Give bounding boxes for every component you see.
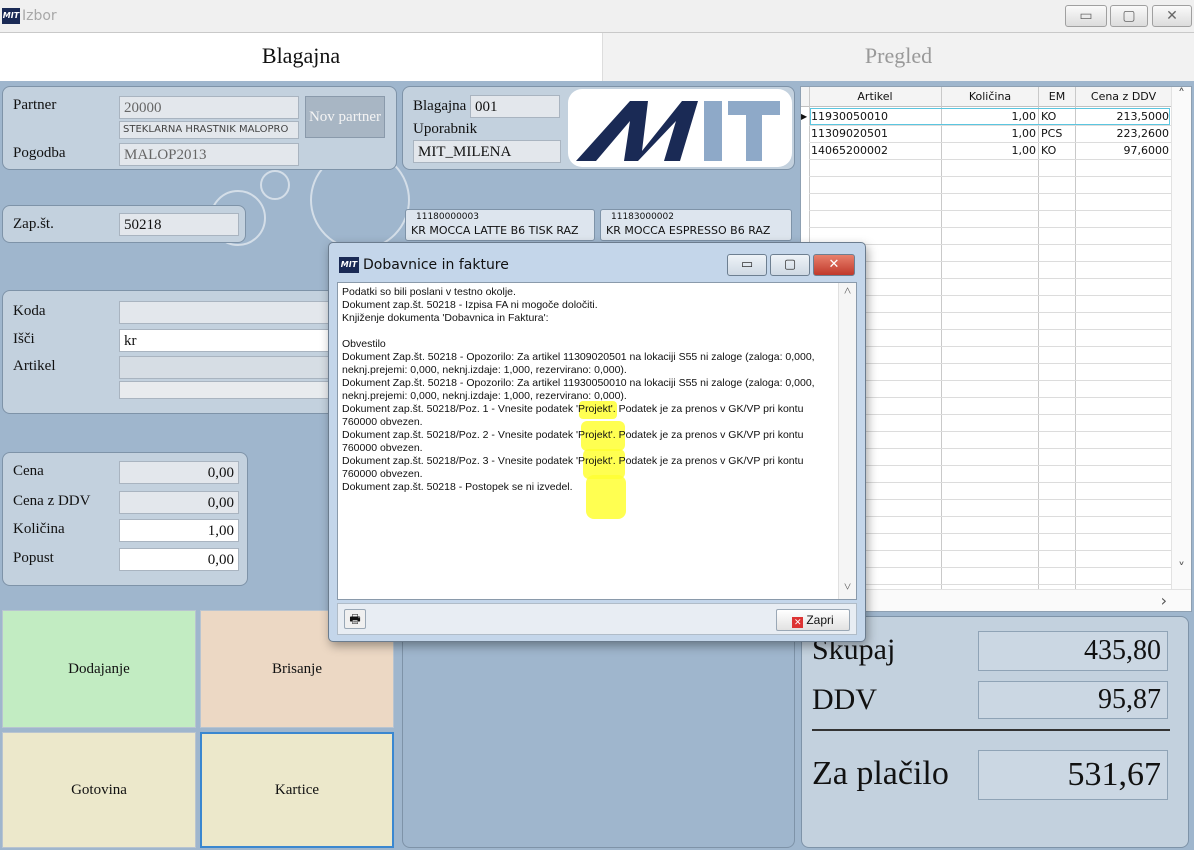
zaplacilo-label: Za plačilo: [812, 755, 949, 792]
close-button[interactable]: ✕: [1152, 5, 1192, 27]
cena-ddv-label: Cena z DDV: [13, 493, 91, 509]
totals-divider: [812, 729, 1170, 731]
kartice-button[interactable]: Kartice: [200, 732, 394, 848]
grid-header-cena[interactable]: Cena z DDV: [1076, 90, 1171, 103]
cena-label: Cena: [13, 463, 44, 479]
ddv-value: 95,87: [978, 681, 1168, 719]
tab-blagajna[interactable]: Blagajna: [0, 33, 602, 81]
isci-label: Išči: [13, 331, 35, 347]
quick-item-code: 11183000002: [611, 212, 674, 222]
scroll-down-icon[interactable]: ˅: [839, 579, 856, 595]
maximize-button[interactable]: ▢: [1110, 5, 1148, 27]
kolicina-label: Količina: [13, 521, 65, 537]
decor-bubble: [260, 170, 290, 200]
grid-vertical-scrollbar[interactable]: ˄ ˅: [1171, 87, 1191, 589]
partner-code-field[interactable]: 20000: [119, 96, 299, 119]
popust-label: Popust: [13, 550, 54, 566]
dobavnice-dialog: MIT Dobavnice in fakture ▭ ▢ ✕ Podatki s…: [328, 242, 866, 642]
dialog-message-area[interactable]: Podatki so bili poslani v testno okolje.…: [337, 282, 857, 600]
app-logo-icon: MIT: [2, 8, 20, 24]
quick-item-name: KR MOCCA LATTE B6 TISK RAZ: [411, 224, 579, 237]
scroll-up-icon[interactable]: ˄: [839, 283, 856, 299]
zaplacilo-value: 531,67: [978, 750, 1168, 800]
window-titlebar: MIT Izbor ▭ ▢ ✕: [0, 0, 1194, 33]
kolicina-input[interactable]: 1,00: [119, 519, 239, 542]
scroll-right-icon[interactable]: ›: [1161, 591, 1167, 610]
grid-header-em[interactable]: EM: [1039, 90, 1075, 103]
dialog-minimize-button[interactable]: ▭: [727, 254, 767, 276]
mit-logo: [568, 89, 792, 167]
gotovina-button[interactable]: Gotovina: [2, 732, 196, 848]
dialog-vertical-scrollbar[interactable]: ˄ ˅: [838, 283, 856, 599]
dialog-maximize-button[interactable]: ▢: [770, 254, 810, 276]
pogodba-label: Pogodba: [13, 145, 66, 161]
partner-panel: Partner 20000 STEKLARNA HRASTNIK MALOPRO…: [2, 86, 397, 170]
partner-label: Partner: [13, 97, 57, 113]
doc-number-field: 50218: [119, 213, 239, 236]
dialog-title: Dobavnice in fakture: [363, 257, 509, 273]
totals-panel: Skupaj 435,80 DDV 95,87 Za plačilo 531,6…: [801, 616, 1189, 848]
quick-item-name: KR MOCCA ESPRESSO B6 RAZ: [606, 224, 771, 237]
blagajna-field: 001: [470, 95, 560, 118]
printer-icon: 🖶: [349, 612, 361, 626]
cena-ddv-field: 0,00: [119, 491, 239, 514]
zapri-label: Zapri: [806, 613, 834, 627]
dialog-close-button[interactable]: ✕: [813, 254, 855, 276]
dialog-message-text: Podatki so bili poslani v testno okolje.…: [342, 286, 815, 493]
row-marker-icon: ▶: [801, 112, 808, 121]
doc-label: Zap.št.: [13, 216, 54, 232]
tab-pregled[interactable]: Pregled: [602, 33, 1194, 81]
artikel-label: Artikel: [13, 358, 56, 374]
popust-input[interactable]: 0,00: [119, 548, 239, 571]
zapri-button[interactable]: ✕ Zapri: [776, 609, 850, 631]
quick-item-code: 11180000003: [416, 212, 479, 222]
grid-row-line: [809, 210, 1171, 211]
scroll-down-icon[interactable]: ˅: [1172, 561, 1191, 577]
close-icon: ✕: [792, 617, 804, 628]
grid-row-line: [809, 193, 1171, 194]
cena-field: 0,00: [119, 461, 239, 484]
scroll-up-icon[interactable]: ˄: [1172, 87, 1191, 103]
skupaj-value: 435,80: [978, 631, 1168, 671]
minimize-button[interactable]: ▭: [1065, 5, 1107, 27]
ddv-label: DDV: [812, 683, 877, 716]
quick-item[interactable]: 11180000003 KR MOCCA LATTE B6 TISK RAZ: [405, 209, 595, 241]
register-panel: Blagajna 001 Uporabnik MIT_MILENA: [402, 86, 795, 170]
grid-row-line: [809, 176, 1171, 177]
pricing-panel: Cena 0,00 Cena z DDV 0,00 Količina 1,00 …: [2, 452, 248, 586]
grid-header: Artikel Količina EM Cena z DDV: [801, 87, 1171, 107]
mit-logo-icon: [576, 101, 780, 161]
blagajna-label: Blagajna: [413, 98, 467, 114]
grid-row-line: [809, 227, 1171, 228]
dialog-footer: 🖶 ✕ Zapri: [337, 603, 857, 635]
quick-item[interactable]: 11183000002 KR MOCCA ESPRESSO B6 RAZ: [600, 209, 792, 241]
window-title: Izbor: [22, 8, 57, 24]
dialog-logo-icon: MIT: [339, 257, 359, 273]
doc-panel: Zap.št. 50218: [2, 205, 246, 243]
koda-label: Koda: [13, 303, 46, 319]
user-label: Uporabnik: [413, 121, 478, 137]
grid-header-artikel[interactable]: Artikel: [809, 90, 941, 103]
partner-name-field: STEKLARNA HRASTNIK MALOPRO: [119, 121, 299, 139]
dodajanje-button[interactable]: Dodajanje: [2, 610, 196, 728]
new-partner-button[interactable]: Nov partner: [305, 96, 385, 138]
pogodba-field[interactable]: MALOP2013: [119, 143, 299, 166]
quick-items-area: [402, 612, 795, 848]
grid-header-kolicina[interactable]: Količina: [942, 90, 1038, 103]
user-field: MIT_MILENA: [413, 140, 561, 163]
print-button[interactable]: 🖶: [344, 609, 366, 629]
